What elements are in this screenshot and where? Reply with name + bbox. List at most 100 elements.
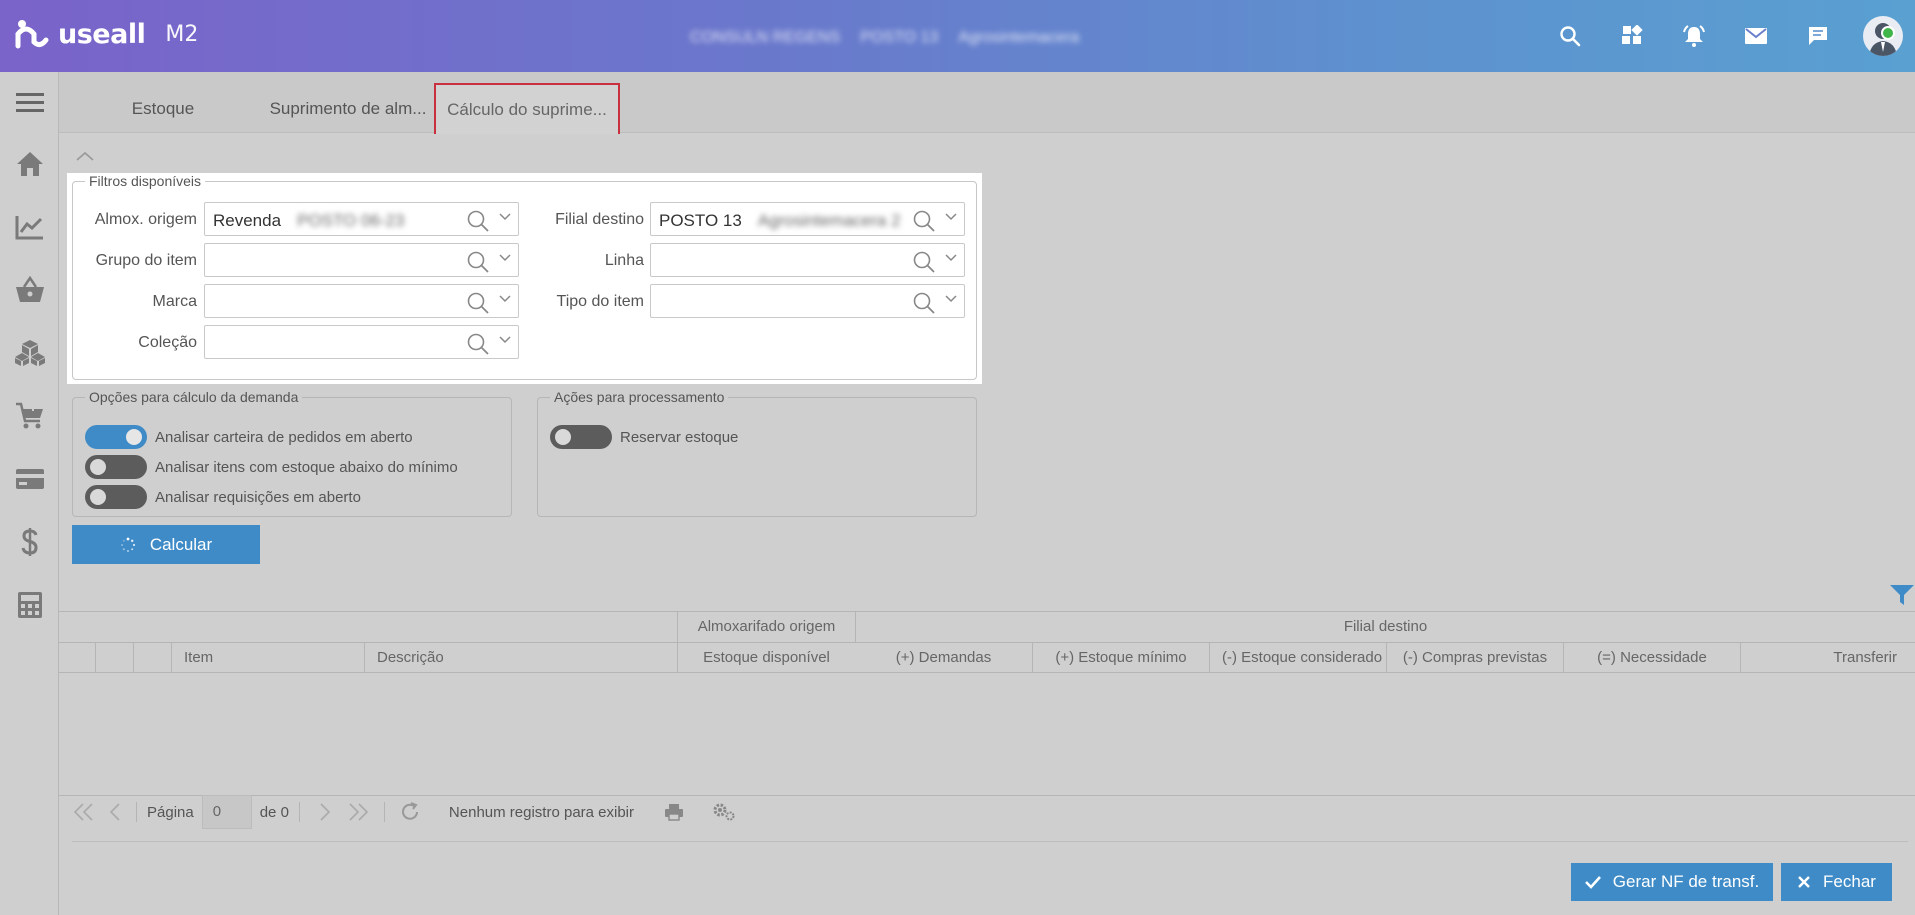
tipo-item-field[interactable] <box>650 284 965 318</box>
almox-origem-field[interactable]: Revenda POSTO 06-23 <box>204 202 519 236</box>
grupo-item-field[interactable] <box>204 243 519 277</box>
print-icon[interactable] <box>664 803 684 821</box>
page-label: Página <box>147 803 194 821</box>
collapse-filters-button[interactable] <box>76 148 94 166</box>
settings-icon[interactable] <box>712 802 736 822</box>
mail-button[interactable] <box>1725 0 1787 72</box>
column-estoque-considerado[interactable]: (-) Estoque considerado <box>1209 643 1386 672</box>
search-icon[interactable] <box>466 250 490 274</box>
filial-destino-label: Filial destino <box>555 211 644 228</box>
grid-filter-button[interactable] <box>1889 584 1915 611</box>
toggle-reservar-estoque[interactable] <box>550 425 612 449</box>
column-item[interactable]: Item <box>171 643 364 672</box>
filial-destino-field[interactable]: POSTO 13 Agrosintemacera 2 <box>650 202 965 236</box>
column-demandas[interactable]: (+) Demandas <box>855 643 1032 672</box>
toggle-requisicoes[interactable] <box>85 485 147 509</box>
calcular-label: Calcular <box>149 534 213 554</box>
widgets-icon <box>1622 25 1643 44</box>
filter-panel: Filtros disponíveis Almox. origem Revend… <box>67 173 982 384</box>
action-reservar-estoque: Reservar estoque <box>550 425 738 449</box>
chart-line-icon <box>15 215 43 239</box>
column-select[interactable] <box>95 643 133 672</box>
credit-card-icon <box>15 468 44 489</box>
home-icon <box>16 151 43 176</box>
chevron-down-icon[interactable] <box>945 295 957 303</box>
chat-button[interactable] <box>1787 0 1849 72</box>
colecao-field[interactable] <box>204 325 519 359</box>
sidebar-item-sales[interactable] <box>0 258 59 321</box>
calcular-button[interactable]: Calcular <box>72 525 260 564</box>
chevron-down-icon[interactable] <box>945 213 957 221</box>
notifications-button[interactable] <box>1663 0 1725 72</box>
search-icon[interactable] <box>466 332 490 356</box>
search-icon[interactable] <box>912 291 936 315</box>
widgets-button[interactable] <box>1601 0 1663 72</box>
chevron-down-icon[interactable] <box>499 295 511 303</box>
sidebar-item-calculator[interactable] <box>0 573 59 636</box>
sidebar-item-inventory[interactable] <box>0 321 59 384</box>
gerar-nf-button[interactable]: Gerar NF de transf. <box>1571 863 1773 901</box>
next-page-icon[interactable] <box>318 802 332 822</box>
chevron-up-icon <box>76 151 94 161</box>
search-icon <box>1560 26 1581 47</box>
column-compras-previstas[interactable]: (-) Compras previstas <box>1386 643 1563 672</box>
column-estoque-disponivel[interactable]: Estoque disponível <box>677 643 855 672</box>
search-icon[interactable] <box>466 291 490 315</box>
column-necessidade[interactable]: (=) Necessidade <box>1563 643 1740 672</box>
column-expand[interactable] <box>133 643 171 672</box>
demand-options-fieldset: Opções para cálculo da demanda Analisar … <box>72 389 512 517</box>
processing-actions-fieldset: Ações para processamento Reservar estoqu… <box>537 389 977 517</box>
fechar-label: Fechar <box>1823 872 1876 891</box>
sidebar-item-home[interactable] <box>0 132 59 195</box>
tab-calculo-suprimento[interactable]: Cálculo do suprime... <box>434 83 620 134</box>
option-carteira-pedidos: Analisar carteira de pedidos em aberto <box>85 425 413 449</box>
sidebar-item-cards[interactable] <box>0 447 59 510</box>
tab-estoque[interactable]: Estoque <box>103 84 223 134</box>
grid-group-header: Almoxarifado origem Filial destino <box>59 611 1915 643</box>
toggle-estoque-minimo[interactable] <box>85 455 147 479</box>
sidebar-item-finance[interactable] <box>0 510 59 573</box>
context-branch: POSTO 13 <box>860 29 939 46</box>
pager-status: Nenhum registro para exibir <box>448 803 635 821</box>
gerar-nf-label: Gerar NF de transf. <box>1612 872 1760 891</box>
fechar-button[interactable]: Fechar <box>1781 863 1892 901</box>
sidebar-item-purchases[interactable] <box>0 384 59 447</box>
search-icon[interactable] <box>912 209 936 233</box>
calculator-icon <box>17 591 42 618</box>
last-page-icon[interactable] <box>346 802 370 822</box>
sidebar-item-analytics[interactable] <box>0 195 59 258</box>
linha-field[interactable] <box>650 243 965 277</box>
mail-icon <box>1745 28 1767 44</box>
first-page-icon[interactable] <box>72 802 96 822</box>
pager-divider <box>72 841 1908 842</box>
chevron-down-icon[interactable] <box>499 336 511 344</box>
chevron-down-icon[interactable] <box>499 213 511 221</box>
check-icon <box>1584 876 1601 889</box>
page-number-input[interactable]: 0 <box>201 795 252 829</box>
prev-page-icon[interactable] <box>108 802 122 822</box>
online-status-dot <box>1881 26 1895 40</box>
grupo-item-label: Grupo do item <box>95 252 197 269</box>
hamburger-icon <box>15 93 44 112</box>
column-transferir[interactable]: Transferir <box>1740 643 1915 672</box>
sidebar <box>0 72 59 915</box>
group-header-filial-destino: Filial destino <box>855 612 1915 642</box>
option-requisicoes: Analisar requisições em aberto <box>85 485 361 509</box>
chevron-down-icon[interactable] <box>499 254 511 262</box>
marca-field[interactable] <box>204 284 519 318</box>
almox-origem-value: Revenda POSTO 06-23 <box>213 211 405 230</box>
refresh-icon[interactable] <box>399 801 421 823</box>
user-avatar[interactable] <box>1863 16 1903 56</box>
search-icon[interactable] <box>912 250 936 274</box>
search-button[interactable] <box>1539 0 1601 72</box>
tab-suprimento[interactable]: Suprimento de alm... <box>243 84 453 134</box>
column-descricao[interactable]: Descrição <box>364 643 677 672</box>
logo[interactable]: useall M2 <box>14 16 198 52</box>
sidebar-menu-toggle[interactable] <box>0 72 59 132</box>
search-icon[interactable] <box>466 209 490 233</box>
toggle-carteira-pedidos[interactable] <box>85 425 147 449</box>
chevron-down-icon[interactable] <box>945 254 957 262</box>
column-estoque-minimo[interactable]: (+) Estoque mínimo <box>1032 643 1209 672</box>
option-estoque-minimo-label: Analisar itens com estoque abaixo do mín… <box>155 458 458 476</box>
basket-icon <box>15 275 44 302</box>
